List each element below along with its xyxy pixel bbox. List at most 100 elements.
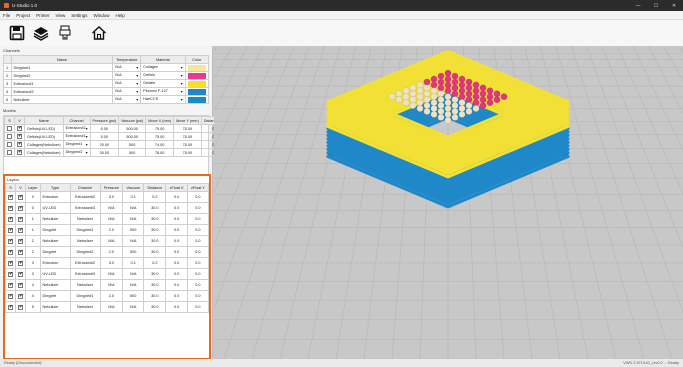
model-row[interactable]: Gelfols(UV-LED)Extrusion#1▾5.00500.0075.… xyxy=(4,132,232,141)
layer-row[interactable]: 4NebulizerNebulizerN/AN/A30.00.00.0 xyxy=(5,279,210,291)
layer-pressure[interactable]: 2.0 xyxy=(99,290,124,302)
close-button[interactable]: ✕ xyxy=(665,0,683,11)
channel-material-select[interactable]: Collagen ▾ xyxy=(140,63,186,72)
layer-zfloat-x[interactable]: 0.0 xyxy=(165,202,188,214)
model-channel-select[interactable]: Extrusion#2 ▾ xyxy=(62,124,91,133)
maximize-button[interactable]: ☐ xyxy=(647,0,665,11)
menu-project[interactable]: Project xyxy=(16,13,30,18)
layer-row[interactable]: 0UV-LEDExtrusion#3N/AN/A30.00.00.0 xyxy=(5,202,210,214)
layer-select-checkbox[interactable] xyxy=(5,301,16,313)
model-visible-checkbox[interactable] xyxy=(14,148,25,157)
color-swatch[interactable] xyxy=(187,72,206,79)
menu-window[interactable]: Window xyxy=(94,13,110,18)
layer-select-checkbox[interactable] xyxy=(5,235,16,247)
model-select-checkbox[interactable] xyxy=(4,132,15,141)
layer-vacuum[interactable]: N/A xyxy=(122,213,145,225)
channel-temperature-select[interactable]: N/A ▾ xyxy=(112,87,142,96)
layer-select-checkbox[interactable] xyxy=(5,257,16,269)
layer-pressure[interactable]: N/A xyxy=(99,279,124,291)
channel-material-select[interactable]: Gelatin ▾ xyxy=(140,79,186,88)
layer-vacuum[interactable]: 500 xyxy=(122,290,145,302)
model-visible-checkbox[interactable] xyxy=(14,132,25,141)
layer-channel[interactable]: Dinyple#2 xyxy=(69,246,101,258)
layer-row[interactable]: 1DinypletDinyple#12.050030.00.00.0 xyxy=(5,224,210,236)
layer-select-checkbox[interactable] xyxy=(5,290,16,302)
layer-distance[interactable]: 0.2 xyxy=(143,191,167,203)
3d-viewport[interactable] xyxy=(0,45,683,360)
menu-view[interactable]: View xyxy=(56,13,66,18)
layer-pressure[interactable]: N/A xyxy=(99,213,124,225)
layer-channel[interactable]: Dinyple#1 xyxy=(69,290,101,302)
layer-visible-checkbox[interactable] xyxy=(15,268,26,280)
model-visible-checkbox[interactable] xyxy=(14,140,25,149)
layer-pressure[interactable]: N/A xyxy=(99,301,124,313)
model-channel-select[interactable]: Dinyple#2 ▾ xyxy=(62,148,91,157)
model-name[interactable]: Collagen(Nebulizer) xyxy=(24,148,64,157)
model-move-y[interactable]: 75.00 xyxy=(173,148,202,157)
layer-vacuum[interactable]: N/A xyxy=(122,235,145,247)
channel-temperature-select[interactable]: N/A ▾ xyxy=(112,79,142,88)
layer-row[interactable]: 2DinypletDinyple#22.050030.00.00.0 xyxy=(5,246,210,258)
minimize-button[interactable]: — xyxy=(629,0,647,11)
layer-zfloat-x[interactable]: 0.0 xyxy=(165,257,188,269)
model-pressure[interactable]: 5.00 xyxy=(89,124,120,133)
layer-visible-checkbox[interactable] xyxy=(15,257,26,269)
layer-type[interactable]: UV-LED xyxy=(39,202,71,214)
layer-zfloat-y[interactable]: 0.0 xyxy=(186,224,210,236)
model-move-y[interactable]: 75.00 xyxy=(173,132,202,141)
layer-vacuum[interactable]: 0.1 xyxy=(122,191,145,203)
layer-visible-checkbox[interactable] xyxy=(15,301,26,313)
layer-zfloat-x[interactable]: 0.0 xyxy=(165,235,188,247)
layer-zfloat-y[interactable]: 0.0 xyxy=(186,202,210,214)
layer-visible-checkbox[interactable] xyxy=(15,246,26,258)
layer-type[interactable]: UV-LED xyxy=(39,268,71,280)
home-button[interactable] xyxy=(90,24,108,42)
model-row[interactable]: Gelfols(UV-LED)Extrusion#2▾5.00500.0075.… xyxy=(4,124,232,133)
layer-vacuum[interactable]: 0.1 xyxy=(122,257,145,269)
color-swatch[interactable] xyxy=(187,64,206,71)
layer-distance[interactable]: 30.0 xyxy=(143,202,167,214)
layer-visible-checkbox[interactable] xyxy=(15,290,26,302)
layer-zfloat-x[interactable]: 0.0 xyxy=(165,224,188,236)
layer-row[interactable]: 2NebulizerNebulizerN/AN/A30.00.00.0 xyxy=(5,235,210,247)
layer-zfloat-x[interactable]: 0.0 xyxy=(165,290,188,302)
layer-zfloat-y[interactable]: 0.0 xyxy=(186,257,210,269)
layer-type[interactable]: Nebulizer xyxy=(39,213,71,225)
model-row[interactable]: Collagen(Nebulizer)Dinyple#2▾30.0050078.… xyxy=(4,148,232,157)
layer-pressure[interactable]: 3.0 xyxy=(99,257,124,269)
channel-material-select[interactable]: HaeCCS ▾ xyxy=(140,95,186,104)
layer-distance[interactable]: 30.0 xyxy=(143,301,167,313)
color-swatch[interactable] xyxy=(187,96,206,103)
model-pressure[interactable]: 20.00 xyxy=(89,140,120,149)
layer-distance[interactable]: 30.0 xyxy=(143,290,167,302)
menu-settings[interactable]: Settings xyxy=(71,13,87,18)
model-pressure[interactable]: 30.00 xyxy=(89,148,120,157)
layer-channel[interactable]: Extrusion#2 xyxy=(69,191,101,203)
model-visible-checkbox[interactable] xyxy=(14,124,25,133)
layer-vacuum[interactable]: N/A xyxy=(122,279,145,291)
model-move-y[interactable]: 75.00 xyxy=(173,124,202,133)
model-vacuum[interactable]: 500.00 xyxy=(118,124,147,133)
printer-button[interactable] xyxy=(56,24,74,42)
layer-select-checkbox[interactable] xyxy=(5,279,16,291)
layer-zfloat-y[interactable]: 0.0 xyxy=(186,301,210,313)
layer-row[interactable]: 3ExtrusionExtrusion#23.00.10.20.00.0 xyxy=(5,257,210,269)
model-move-x[interactable]: 75.00 xyxy=(145,124,175,133)
layer-distance[interactable]: 30.0 xyxy=(143,235,167,247)
layer-zfloat-y[interactable]: 0.0 xyxy=(186,235,210,247)
layer-channel[interactable]: Extrusion#3 xyxy=(69,202,101,214)
layer-pressure[interactable]: N/A xyxy=(99,202,124,214)
layer-pressure[interactable]: 2.0 xyxy=(99,224,124,236)
channel-temperature-select[interactable]: N/A ▾ xyxy=(112,95,142,104)
layer-select-checkbox[interactable] xyxy=(5,213,16,225)
layer-row[interactable]: 4DinypletDinyple#12.050030.00.00.0 xyxy=(5,290,210,302)
model-name[interactable]: Gelfols(UV-LED) xyxy=(24,132,64,141)
layer-select-checkbox[interactable] xyxy=(5,268,16,280)
channel-material-select[interactable]: Gelfols ▾ xyxy=(140,71,186,80)
channel-name[interactable]: Dinyple#1 xyxy=(10,63,114,72)
layer-row[interactable]: 0ExtrusionExtrusion#23.00.10.20.00.0 xyxy=(5,191,210,203)
layer-channel[interactable]: Extrusion#2 xyxy=(69,257,101,269)
layer-type[interactable]: Nebulizer xyxy=(39,301,71,313)
channel-name[interactable]: Extrusion#2 xyxy=(10,87,114,96)
layer-visible-checkbox[interactable] xyxy=(15,191,26,203)
